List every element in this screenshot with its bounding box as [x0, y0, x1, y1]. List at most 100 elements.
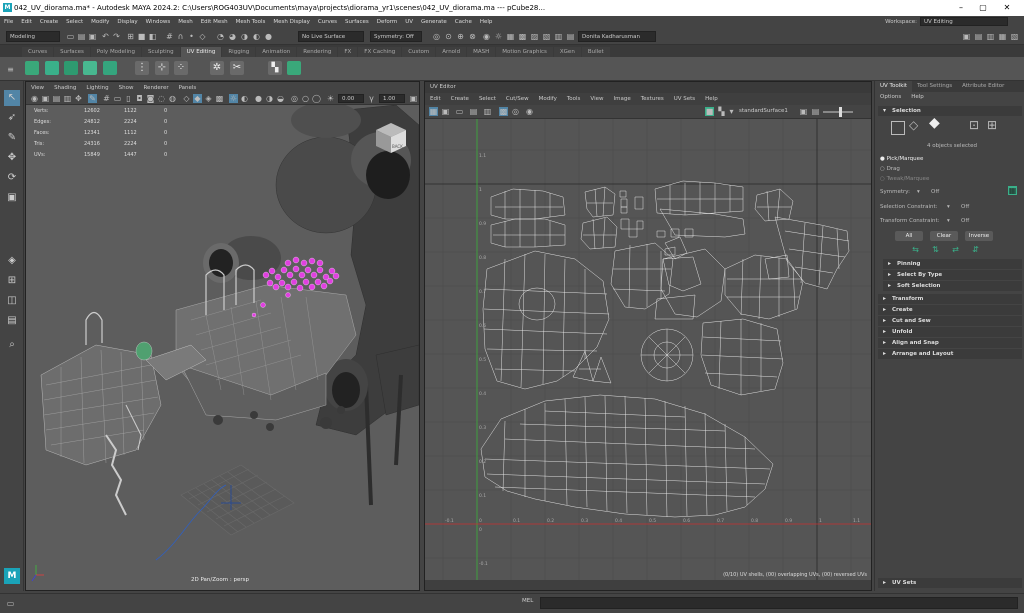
pick-mode-radio-pick[interactable]: ● Pick/Marquee [880, 156, 923, 162]
isolate-select-icon[interactable]: ◎ [290, 94, 299, 103]
shelf-tab-poly-modeling[interactable]: Poly Modeling [90, 47, 141, 57]
shelf-menu-icon[interactable]: ≡ [6, 65, 15, 74]
tool-settings-icon[interactable]: ▦ [998, 32, 1007, 41]
menu-edit[interactable]: Edit [17, 19, 36, 25]
menu-uv[interactable]: UV [401, 19, 417, 25]
menu-help[interactable]: Help [476, 19, 497, 25]
shelf-tab-rigging[interactable]: Rigging [222, 47, 256, 57]
layout-icon[interactable]: ▣ [962, 32, 971, 41]
uv-snapshot-icon[interactable]: ◎ [511, 107, 520, 116]
pick-mode-radio-drag[interactable]: ○ Drag [880, 166, 900, 172]
outliner-layout-icon[interactable]: ▤ [4, 313, 20, 329]
transform-section[interactable]: Transform [878, 294, 1022, 304]
xray-mode-icon[interactable]: ○ [301, 94, 310, 103]
viewport-menu-shading[interactable]: Shading [49, 85, 81, 91]
uv-pin-icon[interactable]: ▤ [469, 107, 478, 116]
exposure-field[interactable]: 0.00 [338, 94, 364, 103]
menu-mesh[interactable]: Mesh [174, 19, 196, 25]
scale-tool-icon[interactable]: ▣ [4, 190, 20, 206]
menu-windows[interactable]: Windows [142, 19, 175, 25]
perspective-viewport[interactable]: View Shading Lighting Show Renderer Panels ◉ … [25, 81, 420, 591]
uv-menu-select[interactable]: Select [474, 96, 501, 102]
uv-toolkit-menu-options[interactable]: Options [875, 92, 906, 103]
uv-menu-modify[interactable]: Modify [534, 96, 562, 102]
arrange-and-layout-section[interactable]: Arrange and Layout [878, 349, 1022, 359]
vertex-mode-icon[interactable] [891, 121, 905, 135]
move-icon[interactable]: ⊕ [456, 32, 465, 41]
gamma-field[interactable]: 1.00 [379, 94, 405, 103]
viewport-icon[interactable]: ▦ [506, 32, 515, 41]
menu-select[interactable]: Select [62, 19, 87, 25]
uv-dropdown-icon[interactable]: ▾ [727, 107, 736, 116]
sew-uv-icon[interactable]: ⊹ [155, 61, 169, 75]
menu-set-dropdown[interactable]: Modeling [6, 31, 60, 42]
select-hierarchy-icon[interactable]: ⊞ [126, 32, 135, 41]
single-view-icon[interactable]: ◈ [4, 253, 20, 269]
soft-selection-subsection[interactable]: Soft Selection [883, 281, 1022, 291]
spherical-mapping-icon[interactable] [64, 61, 78, 75]
viewport-menu-lighting[interactable]: Lighting [81, 85, 113, 91]
selection-constraint-arrow[interactable]: ▾ [947, 204, 950, 210]
modeling-toolkit-icon[interactable]: ▧ [1010, 32, 1019, 41]
workspace-dropdown[interactable]: UV Editing [920, 17, 1008, 26]
edge-mode-icon[interactable]: ◇ [909, 119, 918, 131]
exposure-icon[interactable]: ☀ [326, 94, 335, 103]
motion-blur-icon[interactable]: ◑ [265, 94, 274, 103]
cut-uv-icon[interactable]: ⋮ [135, 61, 149, 75]
select-all-button[interactable]: All [895, 231, 923, 241]
paint-select-icon[interactable]: ✎ [4, 130, 20, 146]
wireframe-mode-icon[interactable]: ◇ [182, 94, 191, 103]
uv-menu-textures[interactable]: Textures [636, 96, 669, 102]
uv-dim-slider-handle[interactable] [839, 107, 842, 117]
select-shell-border-icon[interactable]: ⇆ [911, 245, 920, 254]
shelf-tab-sculpting[interactable]: Sculpting [141, 47, 180, 57]
color-management-icon[interactable]: ▣ [409, 94, 418, 103]
menu-surfaces[interactable]: Surfaces [341, 19, 373, 25]
cut-and-sew-section[interactable]: Cut and Sew [878, 316, 1022, 326]
unfold-section[interactable]: Unfold [878, 327, 1022, 337]
wireframe-icon[interactable]: ▨ [530, 32, 539, 41]
uv-distortion-icon[interactable]: ▥ [483, 107, 492, 116]
selection-constraint-value[interactable]: Off [961, 204, 969, 210]
smooth-shade-icon[interactable]: ◆ [193, 94, 202, 103]
history-icon[interactable]: ◔ [216, 32, 225, 41]
create-section[interactable]: Create [878, 305, 1022, 315]
open-scene-icon[interactable]: ▤ [77, 32, 86, 41]
uv-frame-icon[interactable]: ▭ [455, 107, 464, 116]
grease-pencil-icon[interactable]: ✎ [88, 94, 97, 103]
shell-mode-icon[interactable]: ⊞ [987, 119, 997, 131]
symmetry-value[interactable]: Off [931, 189, 939, 195]
ipr-render-icon[interactable]: ◑ [240, 32, 249, 41]
undo-icon[interactable]: ↶ [101, 32, 110, 41]
select-tool-icon[interactable]: ↖ [4, 90, 20, 106]
snap-grid-icon[interactable]: # [165, 32, 174, 41]
symmetry-dropdown-arrow[interactable]: ▾ [917, 189, 920, 195]
clear-selection-button[interactable]: Clear [930, 231, 958, 241]
camera-select-icon[interactable]: ◉ [30, 94, 39, 103]
camera-attr-icon[interactable]: ▣ [41, 94, 50, 103]
new-scene-icon[interactable]: ▭ [66, 32, 75, 41]
redo-icon[interactable]: ↷ [112, 32, 121, 41]
mel-command-input[interactable] [540, 597, 1018, 609]
safe-title-icon[interactable]: ◍ [168, 94, 177, 103]
shelf-tab-surfaces[interactable]: Surfaces [54, 47, 90, 57]
hypershade-icon[interactable]: ● [264, 32, 273, 41]
grid-toggle-icon[interactable]: # [102, 94, 111, 103]
uv-exposure-icon[interactable]: ▤ [811, 107, 820, 116]
menu-create[interactable]: Create [36, 19, 62, 25]
menu-edit-mesh[interactable]: Edit Mesh [197, 19, 232, 25]
planar-mapping-icon[interactable] [25, 61, 39, 75]
menu-deform[interactable]: Deform [373, 19, 401, 25]
select-flipped-icon[interactable]: ⇵ [971, 245, 980, 254]
select-component-icon[interactable]: ◧ [148, 32, 157, 41]
lighting-icon[interactable]: ▤ [566, 32, 575, 41]
selection-section-header[interactable]: Selection [878, 106, 1022, 116]
light-icon[interactable]: ☼ [494, 32, 503, 41]
uv-color-icon[interactable]: ■ [705, 107, 714, 116]
snap-icon[interactable]: ⊙ [444, 32, 453, 41]
shadows-icon[interactable]: ◐ [240, 94, 249, 103]
uv-menu-image[interactable]: Image [608, 96, 635, 102]
shelf-tab-fx-caching[interactable]: FX Caching [358, 47, 402, 57]
attribute-editor-icon[interactable]: ▥ [986, 32, 995, 41]
inverse-selection-button[interactable]: Inverse [965, 231, 993, 241]
